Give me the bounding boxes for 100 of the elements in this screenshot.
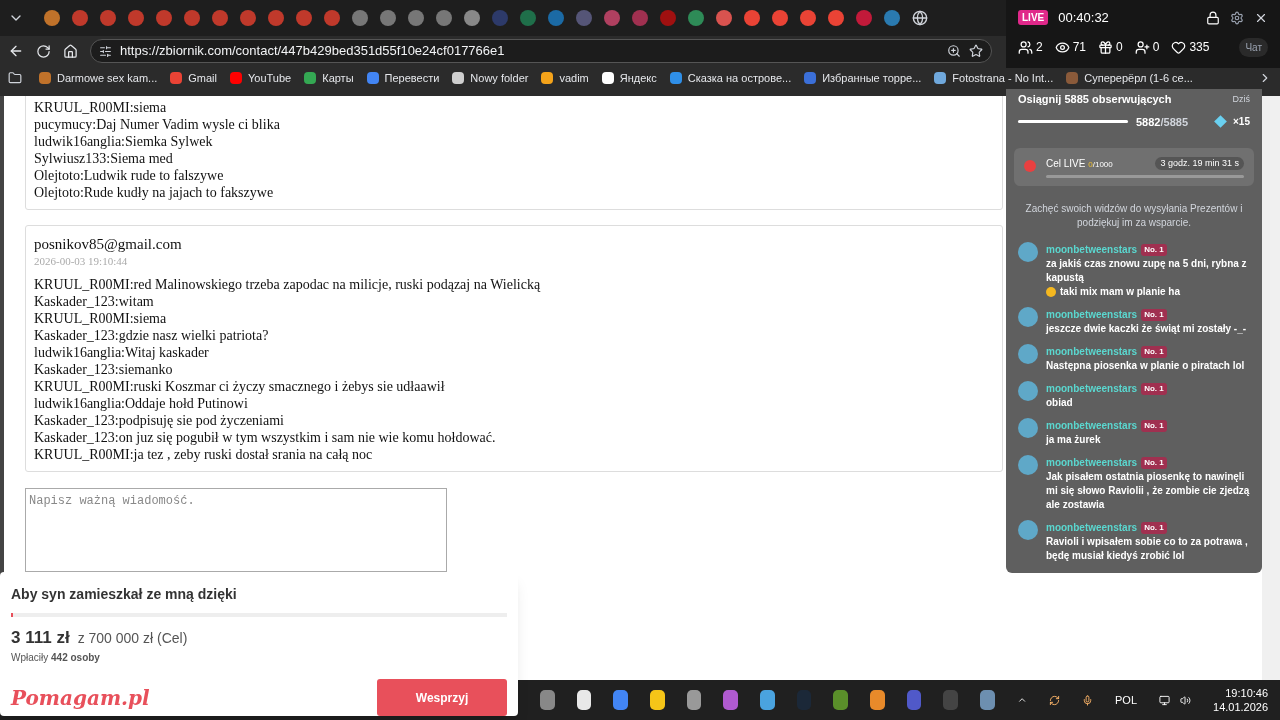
chat-button[interactable]: Чат — [1239, 37, 1268, 57]
tab-favicon-icon[interactable] — [800, 10, 816, 26]
tab-favicon-icon[interactable] — [744, 10, 760, 26]
chat-line: ludwik16anglia:Witaj kaskader — [34, 344, 209, 361]
user-plus-icon — [1134, 39, 1150, 55]
site-info-icon[interactable] — [99, 44, 112, 58]
lock-icon[interactable] — [1206, 10, 1220, 25]
chat-line: Kaskader_123:on juz się pogubił w tym wszystkim i sam nie wie komu hołdować. — [34, 429, 496, 446]
chat-line: Olejtoto:Ludwik rude to falszywe — [34, 167, 224, 184]
taskbar-app-icon[interactable] — [870, 690, 885, 710]
bookmark-link[interactable]: vadim — [559, 69, 589, 87]
avatar-icon — [1018, 242, 1038, 262]
avatar-icon — [1018, 381, 1038, 401]
chat-line: KRUUL_R00MI:siema — [34, 99, 167, 116]
tab-favicon-icon[interactable] — [240, 10, 256, 26]
support-button[interactable]: Wesprzyj — [377, 679, 507, 716]
back-icon[interactable] — [8, 43, 24, 59]
raised-amount: 3 111 zł — [11, 626, 70, 649]
bookmark-link[interactable]: Яндекс — [619, 69, 657, 87]
bookmark-link[interactable]: YouTube — [248, 69, 292, 87]
tab-favicon-icon[interactable] — [828, 10, 844, 26]
stat-value: 71 — [1072, 39, 1087, 56]
clock-time[interactable]: 19:10:46 — [1225, 686, 1269, 700]
comment-username: moonbetweenstars — [1046, 243, 1138, 257]
tab-favicon-icon[interactable] — [184, 10, 200, 26]
tab-favicon-icon[interactable] — [856, 10, 872, 26]
taskbar-app-icon[interactable] — [760, 690, 775, 710]
tab-favicon-icon[interactable] — [128, 10, 144, 26]
goal-total: /5885 — [1160, 115, 1188, 128]
bookmark-link[interactable]: Избранные торре... — [822, 69, 922, 87]
stat-value: 335 — [1189, 39, 1210, 56]
chat-line: pucymucy:Daj Numer Vadim wysle ci blika — [34, 116, 280, 133]
clock-date[interactable]: 14.01.2026 — [1213, 700, 1269, 714]
bookmark-link[interactable]: Nowy folder — [470, 69, 529, 87]
address-bar[interactable]: https://zbiornik.com/contact/447b429bed351d55f10e24cf017766e1 — [90, 39, 992, 63]
tab-favicon-icon[interactable] — [772, 10, 788, 26]
comment-text: taki mix mam w planie ha — [1060, 285, 1181, 299]
tab-favicon-icon[interactable] — [324, 10, 340, 26]
comment-username: moonbetweenstars — [1046, 521, 1138, 535]
tab-favicon-icon[interactable] — [380, 10, 396, 26]
tab-favicon-icon[interactable] — [44, 10, 60, 26]
message-input[interactable]: Napisz ważną wiadomość. — [25, 488, 447, 572]
stat-value: 2 — [1036, 39, 1043, 56]
viewers-icon — [1018, 39, 1033, 55]
tab-favicon-icon[interactable] — [884, 10, 900, 26]
avatar-icon — [1018, 520, 1038, 540]
tab-favicon-icon[interactable] — [576, 10, 592, 26]
bookmark-link[interactable]: Сказка на острове... — [687, 69, 792, 87]
language-indicator[interactable]: POL — [1115, 691, 1137, 709]
chat-line: Kaskader_123:gdzie nasz wielki patriota? — [34, 327, 269, 344]
scrollbar[interactable] — [1262, 96, 1280, 680]
chat-line: KRUUL_R00MI:ja tez , zeby ruski dostał srania na całą noc — [34, 446, 373, 463]
live-goal-current: 0 — [1088, 160, 1093, 169]
bookmark-link[interactable]: Darmowe sex kam... — [57, 69, 158, 87]
tab-favicon-icon[interactable] — [268, 10, 284, 26]
globe-icon[interactable] — [912, 10, 928, 26]
bookmark-star-icon[interactable] — [969, 44, 983, 58]
multiplier-label: ×15 — [1233, 115, 1250, 130]
tab-favicon-icon[interactable] — [716, 10, 732, 26]
tab-favicon-icon[interactable] — [352, 10, 368, 26]
chat-line: KRUUL_R00MI:ruski Koszmar ci życzy smacznego i żebys sie udłaawił — [34, 378, 445, 395]
goal-title: Osiągnij 5885 obserwujących — [1018, 92, 1172, 107]
tab-favicon-icon[interactable] — [520, 10, 536, 26]
chat-line: KRUUL_R00MI:siema — [34, 310, 167, 327]
taskbar-app-icon[interactable] — [650, 690, 665, 710]
home-icon[interactable] — [63, 43, 78, 59]
tab-favicon-icon[interactable] — [548, 10, 564, 26]
chat-line: Kaskader_123:siemanko — [34, 361, 173, 378]
comment-text: Ravioli i wpisałem sobie co to za potrawa , będę musiał kiedyś zrobić lol — [1046, 535, 1249, 563]
brand-logo[interactable]: Pomagam.pl — [11, 682, 150, 713]
tab-favicon-icon[interactable] — [212, 10, 228, 26]
tab-group-icon[interactable] — [8, 71, 22, 85]
rank-badge: No. 1 — [1141, 456, 1167, 469]
tab-favicon-icon[interactable] — [688, 10, 704, 26]
tab-favicon-icon[interactable] — [72, 10, 88, 26]
tab-favicon-icon[interactable] — [156, 10, 172, 26]
tab-favicon-icon[interactable] — [604, 10, 620, 26]
taskbar-app-icon[interactable] — [686, 690, 702, 710]
tab-favicon-icon[interactable] — [100, 10, 116, 26]
bookmark-link[interactable]: Суперерёрл (1-6 се... — [1084, 69, 1193, 87]
tab-favicon-icon[interactable] — [408, 10, 424, 26]
comment-username: moonbetweenstars — [1046, 382, 1138, 396]
goal-amount: z 700 000 zł (Cel) — [77, 628, 188, 648]
tab-favicon-icon[interactable] — [464, 10, 480, 26]
settings-icon[interactable] — [1230, 10, 1244, 25]
microphone-icon[interactable] — [1082, 692, 1093, 708]
tab-favicon-icon[interactable] — [296, 10, 312, 26]
bookmark-link[interactable]: Перевести — [384, 69, 440, 87]
bookmark-link[interactable]: Карты — [322, 69, 354, 87]
chat-line: Olejtoto:Rude kudły na jajach to fakszywe — [34, 184, 274, 201]
avatar-icon — [1018, 307, 1038, 327]
bookmark-link[interactable]: Fotostrana - No Int... — [952, 69, 1054, 87]
bookmark-link[interactable]: Gmail — [188, 69, 217, 87]
eye-icon — [1054, 39, 1070, 55]
gift-icon — [1098, 39, 1114, 55]
reload-icon[interactable] — [36, 43, 51, 59]
zoom-icon[interactable] — [947, 44, 961, 58]
tab-favicon-icon[interactable] — [632, 10, 648, 26]
tab-favicon-icon[interactable] — [436, 10, 452, 26]
taskbar-app-icon[interactable] — [576, 690, 592, 710]
